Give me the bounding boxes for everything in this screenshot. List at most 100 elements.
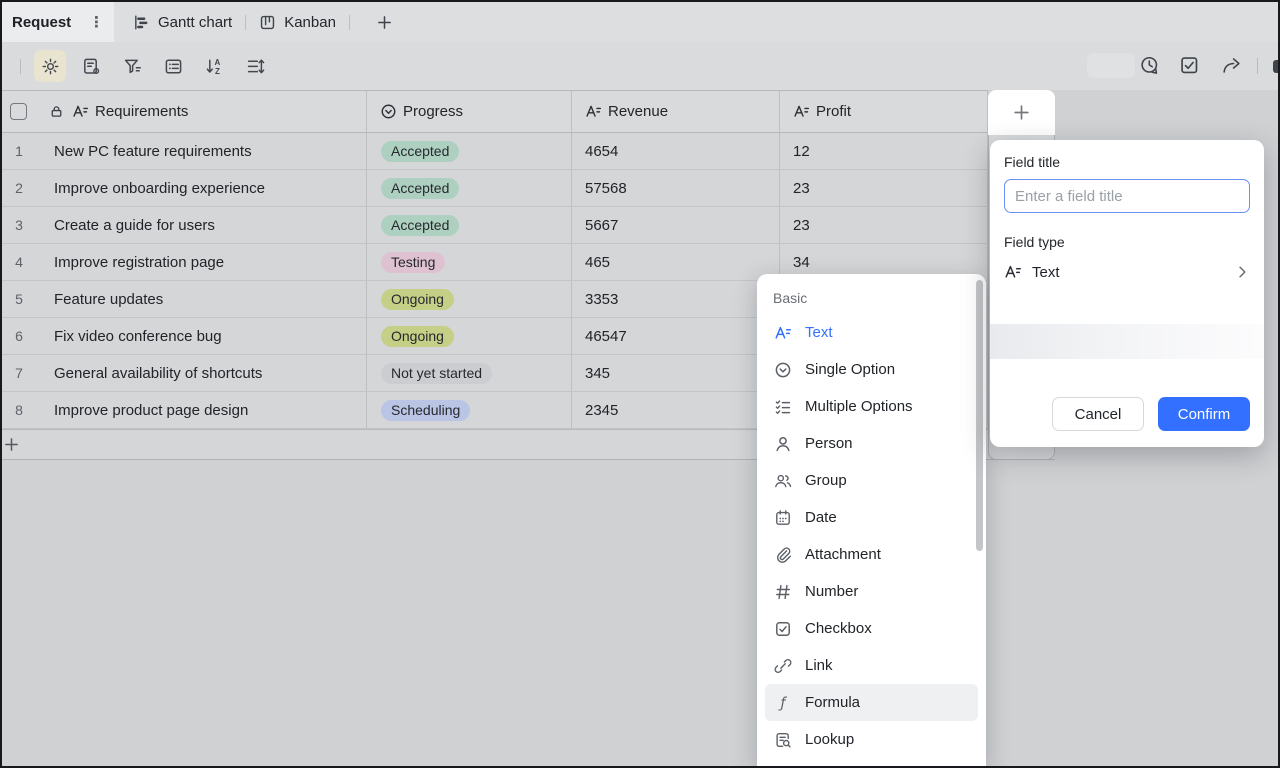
text-field-icon xyxy=(1004,263,1022,281)
filter-button[interactable] xyxy=(116,50,148,82)
cell-progress[interactable]: Accepted xyxy=(367,170,572,206)
column-header-progress[interactable]: Progress xyxy=(367,91,572,132)
tab-gantt-label: Gantt chart xyxy=(158,14,232,31)
cell-profit[interactable]: 23 xyxy=(780,170,988,206)
add-view-button[interactable] xyxy=(376,14,393,31)
cell-requirements[interactable]: 7 General availability of shortcuts xyxy=(2,355,367,391)
cell-requirements[interactable]: 5 Feature updates xyxy=(2,281,367,317)
status-badge: Accepted xyxy=(381,141,459,162)
add-field-button[interactable] xyxy=(988,90,1055,135)
cell-profit[interactable]: 12 xyxy=(780,133,988,169)
attachment-icon xyxy=(774,546,792,564)
menu-item-group[interactable]: Group xyxy=(765,462,978,499)
menu-item-number[interactable]: Number xyxy=(765,573,978,610)
revenue-value: 46547 xyxy=(585,328,627,345)
status-badge: Testing xyxy=(381,252,445,273)
tasks-button[interactable] xyxy=(1179,55,1200,76)
menu-scrollbar[interactable] xyxy=(976,280,983,551)
chevron-right-icon xyxy=(1234,264,1250,280)
requirement-text: General availability of shortcuts xyxy=(54,365,262,382)
tab-menu-icon[interactable]: ⋮ xyxy=(89,15,104,30)
cell-requirements[interactable]: 3 Create a guide for users xyxy=(2,207,367,243)
revenue-value: 465 xyxy=(585,254,610,271)
cell-requirements[interactable]: 6 Fix video conference bug xyxy=(2,318,367,354)
cell-revenue[interactable]: 46547 xyxy=(572,318,780,354)
row-number: 8 xyxy=(2,402,36,418)
tab-gantt-chart[interactable]: Gantt chart xyxy=(133,14,232,31)
revenue-value: 5667 xyxy=(585,217,618,234)
cell-revenue[interactable]: 3353 xyxy=(572,281,780,317)
card-view-button[interactable] xyxy=(157,50,189,82)
cell-profit[interactable]: 23 xyxy=(780,207,988,243)
table-row[interactable]: 3 Create a guide for users Accepted 5667… xyxy=(2,207,988,244)
column-header-requirements[interactable]: Requirements xyxy=(2,91,367,132)
revenue-value: 57568 xyxy=(585,180,627,197)
menu-item-checkbox[interactable]: Checkbox xyxy=(765,610,978,647)
menu-item-link[interactable]: Link xyxy=(765,647,978,684)
revenue-value: 345 xyxy=(585,365,610,382)
settings-button[interactable] xyxy=(34,50,66,82)
column-header-revenue[interactable]: Revenue xyxy=(572,91,780,132)
text-field-icon xyxy=(793,103,810,120)
revenue-value: 4654 xyxy=(585,143,618,160)
text-field-icon xyxy=(72,103,89,120)
cancel-button[interactable]: Cancel xyxy=(1052,397,1144,431)
tab-request-label: Request xyxy=(12,14,71,31)
cell-progress[interactable]: Accepted xyxy=(367,133,572,169)
cell-revenue[interactable]: 2345 xyxy=(572,392,780,428)
field-type-selector[interactable]: Text xyxy=(1004,263,1250,281)
cell-progress[interactable]: Accepted xyxy=(367,207,572,243)
sort-az-icon: AZ xyxy=(205,57,224,76)
cell-requirements[interactable]: 1 New PC feature requirements xyxy=(2,133,367,169)
menu-item-single-option[interactable]: Single Option xyxy=(765,351,978,388)
cell-progress[interactable]: Ongoing xyxy=(367,281,572,317)
row-number: 2 xyxy=(2,180,36,196)
cell-revenue[interactable]: 465 xyxy=(572,244,780,280)
history-button[interactable] xyxy=(1139,55,1160,76)
cell-requirements[interactable]: 4 Improve registration page xyxy=(2,244,367,280)
profit-value: 23 xyxy=(793,217,810,234)
menu-item-text[interactable]: Text xyxy=(765,314,978,351)
cell-revenue[interactable]: 4654 xyxy=(572,133,780,169)
cell-progress[interactable]: Not yet started xyxy=(367,355,572,391)
cell-revenue[interactable]: 57568 xyxy=(572,170,780,206)
menu-item-person[interactable]: Person xyxy=(765,425,978,462)
column-header-profit[interactable]: Profit xyxy=(780,91,988,132)
add-row-plus-icon xyxy=(3,436,20,453)
dialog-placeholder-band xyxy=(990,324,1264,359)
cell-requirements[interactable]: 8 Improve product page design xyxy=(2,392,367,428)
sort-button[interactable]: AZ xyxy=(198,50,230,82)
toolbar-right-divider xyxy=(1257,58,1258,74)
number-icon xyxy=(774,583,792,601)
cell-revenue[interactable]: 345 xyxy=(572,355,780,391)
menu-item-date[interactable]: Date xyxy=(765,499,978,536)
cell-revenue[interactable]: 5667 xyxy=(572,207,780,243)
cell-progress[interactable]: Testing xyxy=(367,244,572,280)
column-title: Progress xyxy=(403,103,463,120)
table-row[interactable]: 2 Improve onboarding experience Accepted… xyxy=(2,170,988,207)
cell-requirements[interactable]: 2 Improve onboarding experience xyxy=(2,170,367,206)
form-settings-button[interactable] xyxy=(75,50,107,82)
confirm-button[interactable]: Confirm xyxy=(1158,397,1250,431)
row-height-button[interactable] xyxy=(239,50,271,82)
menu-item-lookup[interactable]: Lookup xyxy=(765,721,978,758)
tab-request[interactable]: Request ⋮ xyxy=(2,2,114,42)
cell-progress[interactable]: Scheduling xyxy=(367,392,572,428)
form-settings-icon xyxy=(82,57,101,76)
add-field-plus-icon xyxy=(1012,103,1031,122)
select-all-checkbox[interactable] xyxy=(10,103,27,120)
clipped-edge-icon xyxy=(1273,60,1278,73)
table-row[interactable]: 1 New PC feature requirements Accepted 4… xyxy=(2,133,988,170)
gear-icon xyxy=(41,57,60,76)
requirement-text: Improve onboarding experience xyxy=(54,180,265,197)
menu-item-attachment[interactable]: Attachment xyxy=(765,536,978,573)
share-button[interactable] xyxy=(1221,55,1242,76)
row-number: 6 xyxy=(2,328,36,344)
menu-item-formula[interactable]: ƒ Formula xyxy=(765,684,978,721)
cell-progress[interactable]: Ongoing xyxy=(367,318,572,354)
tab-kanban[interactable]: Kanban xyxy=(259,14,336,31)
field-title-input[interactable] xyxy=(1004,179,1250,213)
kanban-icon xyxy=(259,14,276,31)
status-badge: Not yet started xyxy=(381,363,492,384)
menu-item-multiple-options[interactable]: Multiple Options xyxy=(765,388,978,425)
